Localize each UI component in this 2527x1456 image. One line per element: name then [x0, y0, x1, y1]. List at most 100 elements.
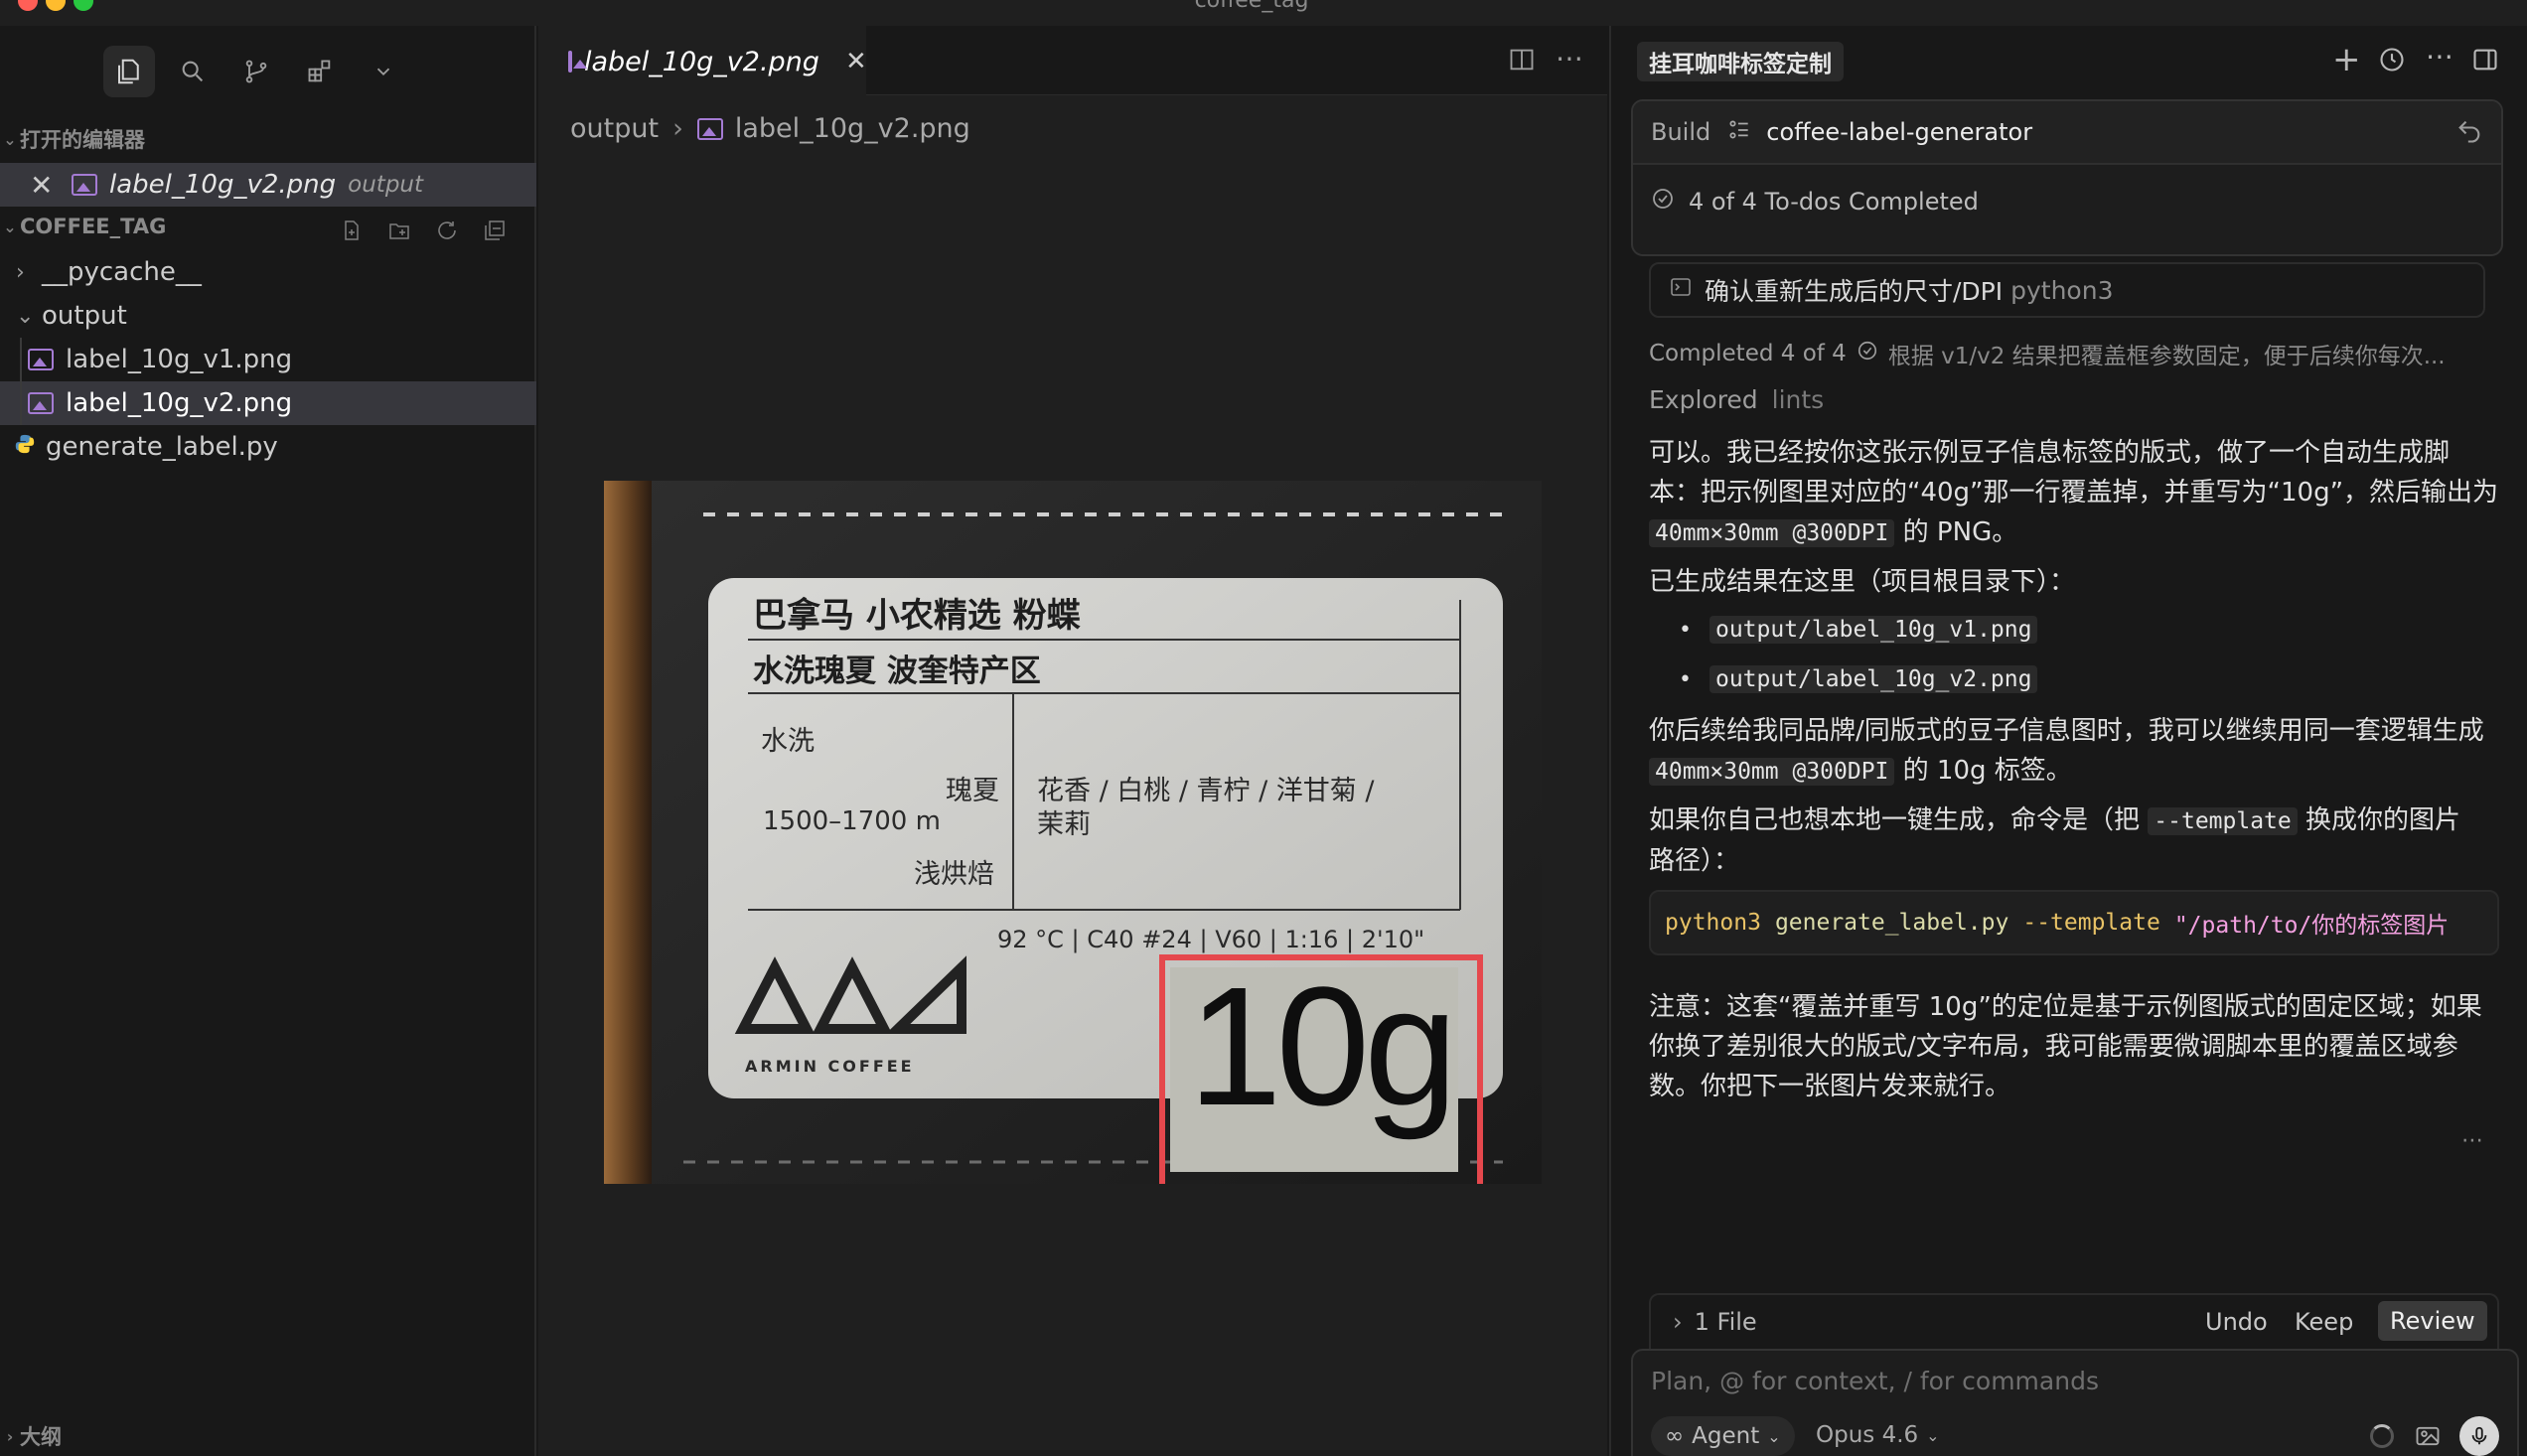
build-name: coffee-label-generator [1766, 118, 2033, 146]
open-editors-header[interactable]: ⌄ 打开的编辑器 [0, 119, 536, 159]
tree-file-v1[interactable]: label_10g_v1.png [0, 338, 536, 381]
microphone-icon [2471, 1426, 2487, 1445]
message-paragraph-1: 可以。我已经按你这张示例豆子信息标签的版式，做了一个自动生成脚 本：把示例图里对… [1649, 438, 2499, 547]
image-file-icon [568, 51, 587, 73]
message-paragraph-4: 如果你自己也想本地一键生成，命令是（把 --template 换成你的图片 路径… [1649, 805, 2461, 876]
label-title-line1: 巴拿马 小农精选 粉蝶 [753, 596, 1081, 636]
build-header[interactable]: Build coffee-label-generator [1633, 101, 2501, 165]
image-file-icon [72, 174, 97, 196]
check-circle-icon [1857, 340, 1878, 367]
image-preview: 巴拿马 小农精选 粉蝶 水洗瑰夏 波奎特产区 水洗 瑰夏 1500–1700 m… [604, 481, 1542, 1184]
chevron-right-icon: › [6, 1426, 14, 1446]
label-weight: 10g [1188, 952, 1458, 1141]
undo-button[interactable]: Undo [2205, 1308, 2268, 1336]
label-roast: 浅烘焙 [914, 859, 994, 890]
loading-spinner-icon [2370, 1424, 2394, 1448]
python-icon [14, 432, 36, 462]
image-file-icon [696, 117, 723, 140]
label-title-line2: 水洗瑰夏 波奎特产区 [753, 654, 1041, 689]
new-file-icon[interactable] [336, 215, 368, 246]
keep-button[interactable]: Keep [2295, 1308, 2353, 1336]
new-chat-icon[interactable]: + [2332, 40, 2361, 79]
chat-panel: 挂耳咖啡标签定制 + ⋯ Build coffee-label-generato… [1609, 26, 2527, 1456]
changed-files-bar: › 1 File Undo Keep Review [1649, 1293, 2499, 1349]
window-title: coffee_tag [1194, 0, 1309, 13]
toggle-panel-icon[interactable] [2471, 46, 2499, 77]
output-file-item-1: • output/label_10g_v1.png [1679, 616, 2038, 644]
more-options-icon[interactable]: ⋯ [2426, 40, 2453, 73]
new-folder-icon[interactable] [383, 215, 415, 246]
attach-image-icon[interactable] [2414, 1422, 2442, 1454]
title-bar: coffee_tag [0, 0, 2527, 26]
chevron-down-icon: ⌄ [1767, 1426, 1781, 1446]
label-brand: ARMIN COFFEE [745, 1057, 915, 1076]
files-count[interactable]: 1 File [1695, 1308, 1757, 1336]
close-tab-icon[interactable]: ✕ [845, 47, 867, 76]
terminal-icon [1669, 275, 1693, 305]
chevron-down-icon: ⌄ [3, 217, 17, 236]
refresh-icon[interactable] [431, 215, 463, 246]
message-paragraph-3: 你后续给我同品牌/同版式的豆子信息图时，我可以继续用同一套逻辑生成 40mm×3… [1649, 716, 2484, 786]
outline-header[interactable]: › 大纲 [0, 1416, 536, 1456]
extensions-icon[interactable] [294, 46, 346, 97]
image-file-icon [28, 349, 54, 370]
model-selector[interactable]: Opus 4.6 ⌄ [1816, 1422, 1940, 1448]
tasks-list-icon [1726, 117, 1752, 147]
check-circle-icon [1651, 187, 1675, 217]
chevron-down-icon: ⌄ [3, 129, 17, 149]
message-paragraph-5: 注意：这套“覆盖并重写 10g”的定位是基于示例图版式的固定区域；如果 你换了差… [1649, 992, 2482, 1101]
message-more-icon[interactable]: ⋯ [2461, 1128, 2483, 1153]
build-card: Build coffee-label-generator 4 of 4 To-d… [1631, 99, 2503, 256]
image-file-icon [28, 392, 54, 414]
agent-mode-selector[interactable]: ∞ Agent ⌄ [1651, 1416, 1795, 1456]
explored-line[interactable]: Explored lints [1649, 385, 1824, 414]
chat-title-chip[interactable]: 挂耳咖啡标签定制 [1637, 42, 1844, 81]
completed-summary[interactable]: Completed 4 of 4 根据 v1/v2 结果把覆盖框参数固定，便于后… [1649, 336, 2513, 371]
microphone-button[interactable] [2459, 1416, 2499, 1456]
close-window-button[interactable] [18, 0, 38, 11]
revert-icon[interactable] [2455, 117, 2483, 149]
chevron-down-icon[interactable] [358, 46, 409, 97]
command-code-block[interactable]: python3 generate_label.py --template "/p… [1649, 890, 2499, 955]
chevron-right-icon: › [672, 113, 683, 144]
open-editor-item[interactable]: ✕ label_10g_v2.png output [0, 163, 536, 207]
label-flavor-line2: 茉莉 [1037, 809, 1091, 840]
tree-file-v2[interactable]: label_10g_v2.png [0, 381, 536, 425]
tree-folder-output[interactable]: ⌄ output [0, 294, 536, 338]
breadcrumb-folder[interactable]: output [570, 113, 659, 144]
label-variety: 瑰夏 [946, 776, 999, 806]
review-button[interactable]: Review [2378, 1301, 2487, 1341]
search-icon[interactable] [167, 46, 219, 97]
explorer-sidebar: ⌄ 打开的编辑器 ✕ label_10g_v2.png output ⌄ COF… [0, 26, 536, 1456]
chat-input-box[interactable]: Plan, @ for context, / for commands ∞ Ag… [1631, 1349, 2519, 1456]
todos-status[interactable]: 4 of 4 To-dos Completed [1651, 187, 1979, 217]
breadcrumb-file[interactable]: label_10g_v2.png [735, 113, 970, 144]
chevron-right-icon[interactable]: › [1673, 1308, 1683, 1336]
chevron-down-icon: ⌄ [16, 303, 35, 329]
tab-bar: label_10g_v2.png ✕ ⋯ [538, 26, 1607, 95]
explorer-icon[interactable] [103, 46, 155, 97]
source-control-icon[interactable] [230, 46, 282, 97]
tree-file-script[interactable]: generate_label.py [0, 425, 536, 469]
split-editor-icon[interactable] [1508, 46, 1536, 77]
chevron-down-icon: ⌄ [1926, 1425, 1940, 1445]
close-icon[interactable]: ✕ [30, 169, 62, 202]
more-actions-icon[interactable]: ⋯ [1556, 42, 1583, 74]
label-process: 水洗 [761, 726, 815, 757]
maximize-window-button[interactable] [74, 0, 93, 11]
history-icon[interactable] [2378, 46, 2406, 77]
project-header[interactable]: ⌄ COFFEE_TAG [0, 207, 536, 246]
todo-item-card[interactable]: 确认重新生成后的尺寸/DPI python3 [1649, 262, 2485, 318]
label-altitude: 1500–1700 m [763, 806, 941, 836]
chat-input-placeholder[interactable]: Plan, @ for context, / for commands [1651, 1367, 2099, 1395]
collapse-all-icon[interactable] [479, 215, 511, 246]
output-file-item-2: • output/label_10g_v2.png [1679, 665, 2038, 693]
minimize-window-button[interactable] [46, 0, 66, 11]
chevron-right-icon: › [16, 259, 25, 285]
infinity-icon: ∞ [1665, 1423, 1685, 1449]
tab-label-10g-v2[interactable]: label_10g_v2.png ✕ [538, 26, 867, 95]
breadcrumb: output › label_10g_v2.png [570, 113, 970, 144]
editor-area: label_10g_v2.png ✕ ⋯ output › label_10g_… [538, 26, 1607, 1456]
message-paragraph-2: 已生成结果在这里（项目根目录下）： [1649, 567, 2076, 597]
tree-folder-pycache[interactable]: › __pycache__ [0, 250, 536, 294]
